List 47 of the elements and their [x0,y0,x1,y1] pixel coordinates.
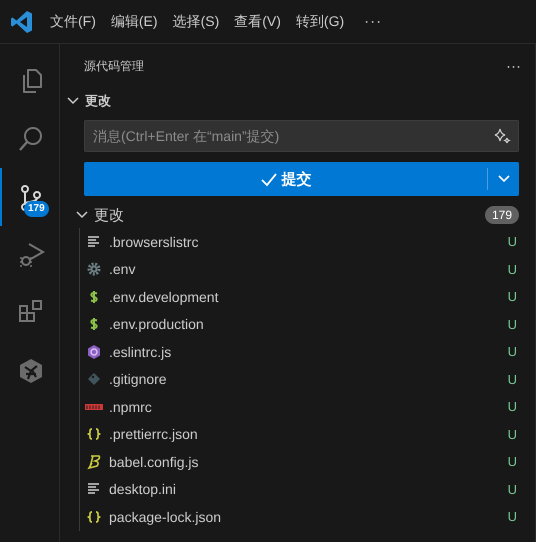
count-badge: 179 [484,206,519,224]
file-name[interactable]: .npmrc [109,398,502,415]
file-name[interactable]: desktop.ini [109,481,502,498]
count-badge: 179 [24,201,49,217]
status-letter: U [508,262,517,277]
check-icon [260,170,278,188]
menu-item[interactable]: 文件(F) [43,10,104,32]
status-letter: U [508,399,517,414]
braces-icon [86,508,102,525]
file-name[interactable]: .gitignore [109,371,502,388]
file-name[interactable]: babel.config.js [109,454,502,470]
menu-item[interactable]: 编辑(E) [104,10,166,32]
status-letter: U [508,509,517,524]
status-letter: U [508,454,517,470]
file-name[interactable]: .env.development [109,288,502,305]
hexagon-icon [86,344,102,360]
file-name[interactable]: .prettierrc.json [109,426,502,442]
script-b-icon [86,454,102,470]
status-letter: U [508,289,517,304]
search-icon [16,125,44,153]
file-name[interactable]: .env.production [109,316,502,332]
sparkle-icon [493,127,511,145]
status-letter: U [508,234,517,250]
group-header[interactable]: 更改 [74,202,130,228]
menu-item[interactable]: 查看(V) [227,10,289,32]
panel-title: 源代码管理 [84,58,144,74]
message-field[interactable]: 消息(Ctrl+Enter 在“main”提交) [84,120,519,152]
status-letter: U [508,426,517,442]
file-name[interactable]: .browserslistrc [109,234,502,250]
more-button[interactable]: ··· [358,12,388,31]
menu-item[interactable]: 选择(S) [166,10,228,32]
gear-icon [86,261,102,278]
status-letter: U [508,372,517,387]
braces-icon [86,426,102,442]
status-letter: U [508,316,517,332]
section-header[interactable]: 更改 [60,88,535,114]
file-name[interactable]: .env [109,261,502,278]
file-name[interactable]: .eslintrc.js [109,344,502,360]
diamond-icon [86,371,102,388]
status-letter: U [508,344,517,360]
menu-item[interactable]: 转到(G) [288,10,352,32]
lines-icon [86,234,102,250]
status-letter: U [508,482,517,497]
more-button[interactable]: ··· [506,58,521,74]
activity-tab[interactable]: 179 [0,168,59,226]
logo-icon [10,10,33,34]
file-name[interactable]: package-lock.json [109,508,502,525]
